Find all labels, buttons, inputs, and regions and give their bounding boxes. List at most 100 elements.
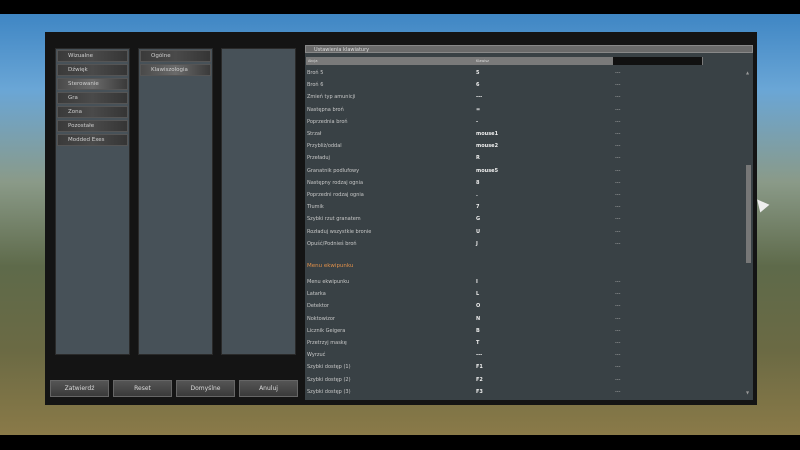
primary-key[interactable]: J [476, 239, 478, 249]
primary-key[interactable]: = [476, 105, 480, 115]
keybinding-row[interactable]: Broń 6 6 --- [307, 80, 737, 90]
primary-key[interactable]: B [476, 326, 480, 336]
secondary-key[interactable]: --- [615, 314, 620, 324]
primary-key[interactable]: T [476, 338, 479, 348]
primary-key[interactable]: N [476, 314, 480, 324]
primary-key[interactable]: L [476, 289, 479, 299]
keybinding-row[interactable]: Przybliż/oddal mouse2 --- [307, 141, 737, 151]
action-label: Przeładuj [307, 155, 330, 162]
secondary-key[interactable]: --- [615, 202, 620, 212]
primary-key[interactable]: I [476, 277, 478, 287]
primary-key[interactable]: U [476, 227, 480, 237]
secondary-key[interactable]: --- [615, 153, 620, 163]
secondary-key[interactable]: --- [615, 141, 620, 151]
defaults-button[interactable]: Domyślne [176, 380, 235, 397]
primary-key[interactable]: F1 [476, 362, 483, 372]
secondary-key[interactable]: --- [615, 387, 620, 397]
category-4[interactable]: Zona [57, 106, 128, 118]
secondary-key[interactable]: --- [615, 166, 620, 176]
subcategory-1[interactable]: Klawiszologia [140, 64, 211, 76]
secondary-key[interactable]: --- [615, 289, 620, 299]
secondary-key[interactable]: --- [615, 375, 620, 385]
secondary-key[interactable]: --- [615, 350, 620, 360]
keybinding-row[interactable]: Przetrzyj maskę T --- [307, 338, 737, 348]
primary-key[interactable]: mouse5 [476, 166, 498, 176]
header-action[interactable]: Akcja [308, 57, 317, 65]
secondary-key[interactable]: --- [615, 277, 620, 287]
keybinding-row[interactable]: Następna broń = --- [307, 105, 737, 115]
header-alt-key[interactable] [613, 57, 702, 65]
secondary-key[interactable]: --- [615, 301, 620, 311]
keybinding-row[interactable]: Zmień typ amunicji --- --- [307, 92, 737, 102]
scrollbar-thumb[interactable] [746, 165, 751, 263]
secondary-key[interactable]: --- [615, 105, 620, 115]
keybinding-row[interactable]: Strzał mouse1 --- [307, 129, 737, 139]
primary-key[interactable]: F3 [476, 387, 483, 397]
keybinding-row[interactable]: Opuść/Podnieś broń J --- [307, 239, 737, 249]
primary-key[interactable]: G [476, 214, 480, 224]
category-1[interactable]: Dźwięk [57, 64, 128, 76]
keybinding-row[interactable]: Detektor O --- [307, 301, 737, 311]
keybinding-row[interactable]: Przeładuj R --- [307, 153, 737, 163]
scroll-up-icon[interactable]: ▲ [746, 70, 749, 75]
secondary-key[interactable]: --- [615, 239, 620, 249]
primary-key[interactable]: --- [476, 92, 482, 102]
letterbox-bottom [0, 435, 800, 450]
keybinding-row[interactable]: Wyrzuć --- --- [307, 350, 737, 360]
secondary-key[interactable]: --- [615, 326, 620, 336]
secondary-key[interactable]: --- [615, 129, 620, 139]
category-3[interactable]: Gra [57, 92, 128, 104]
primary-key[interactable]: mouse2 [476, 141, 498, 151]
keybinding-row[interactable]: Rozładuj wszystkie bronie U --- [307, 227, 737, 237]
keybinding-row[interactable]: Tłumik 7 --- [307, 202, 737, 212]
secondary-key[interactable]: --- [615, 80, 620, 90]
keybinding-row[interactable]: Szybki dostęp (1) F1 --- [307, 362, 737, 372]
keybinding-row[interactable]: Latarka L --- [307, 289, 737, 299]
keybinding-row[interactable]: Noktowizor N --- [307, 314, 737, 324]
secondary-key[interactable]: --- [615, 178, 620, 188]
keybinding-row[interactable]: Granatnik podlufowy mouse5 --- [307, 166, 737, 176]
keybinding-row[interactable]: Szybki dostęp (3) F3 --- [307, 387, 737, 397]
primary-key[interactable]: 7 [476, 202, 479, 212]
primary-key[interactable]: 5 [476, 68, 479, 78]
keybinding-row[interactable]: Następny rodzaj ognia 8 --- [307, 178, 737, 188]
header-key[interactable]: Klawisz [476, 57, 489, 65]
primary-key[interactable]: F2 [476, 375, 483, 385]
primary-key[interactable]: R [476, 153, 480, 163]
keybinding-row[interactable]: Szybki rzut granatem G --- [307, 214, 737, 224]
primary-key[interactable]: . [476, 190, 478, 200]
keybinding-row[interactable]: Szybki dostęp (2) F2 --- [307, 375, 737, 385]
keybinding-row[interactable]: Poprzedni rodzaj ognia. --- [307, 190, 737, 200]
category-2[interactable]: Sterowanie [57, 78, 128, 90]
keybinding-row[interactable]: Poprzednia broń - --- [307, 117, 737, 127]
primary-key[interactable]: mouse1 [476, 129, 498, 139]
secondary-key[interactable]: --- [615, 227, 620, 237]
action-label: Wyrzuć [307, 352, 326, 359]
primary-key[interactable]: O [476, 301, 480, 311]
primary-key[interactable]: --- [476, 350, 482, 360]
secondary-key[interactable]: --- [615, 92, 620, 102]
action-label: Broń 5 [307, 70, 324, 76]
action-label: Opuść/Podnieś broń [307, 240, 357, 247]
category-0[interactable]: Wizualne [57, 50, 128, 62]
primary-key[interactable]: 8 [476, 178, 479, 188]
secondary-key[interactable]: --- [615, 190, 620, 200]
secondary-key[interactable]: --- [615, 68, 620, 78]
confirm-button[interactable]: Zatwierdź [50, 380, 109, 397]
keybinding-row[interactable]: Licznik Geigera B --- [307, 326, 737, 336]
secondary-key[interactable]: --- [615, 117, 620, 127]
reset-button[interactable]: Reset [113, 380, 172, 397]
secondary-key[interactable]: --- [615, 214, 620, 224]
subcategory-0[interactable]: Ogólne [140, 50, 211, 62]
category-6[interactable]: Modded Exes [57, 134, 128, 146]
primary-key[interactable]: 6 [476, 80, 479, 90]
cancel-button[interactable]: Anuluj [239, 380, 298, 397]
keybinding-row[interactable]: Menu ekwipunku I --- [307, 277, 737, 287]
secondary-key[interactable]: --- [615, 362, 620, 372]
category-5[interactable]: Pozostałe [57, 120, 128, 132]
primary-key[interactable]: - [476, 117, 478, 127]
scrollbar[interactable]: ▲ ▼ [745, 70, 752, 395]
secondary-key[interactable]: --- [615, 338, 620, 348]
keybinding-row[interactable]: Broń 5 5 --- [307, 68, 737, 78]
scroll-down-icon[interactable]: ▼ [746, 390, 749, 395]
